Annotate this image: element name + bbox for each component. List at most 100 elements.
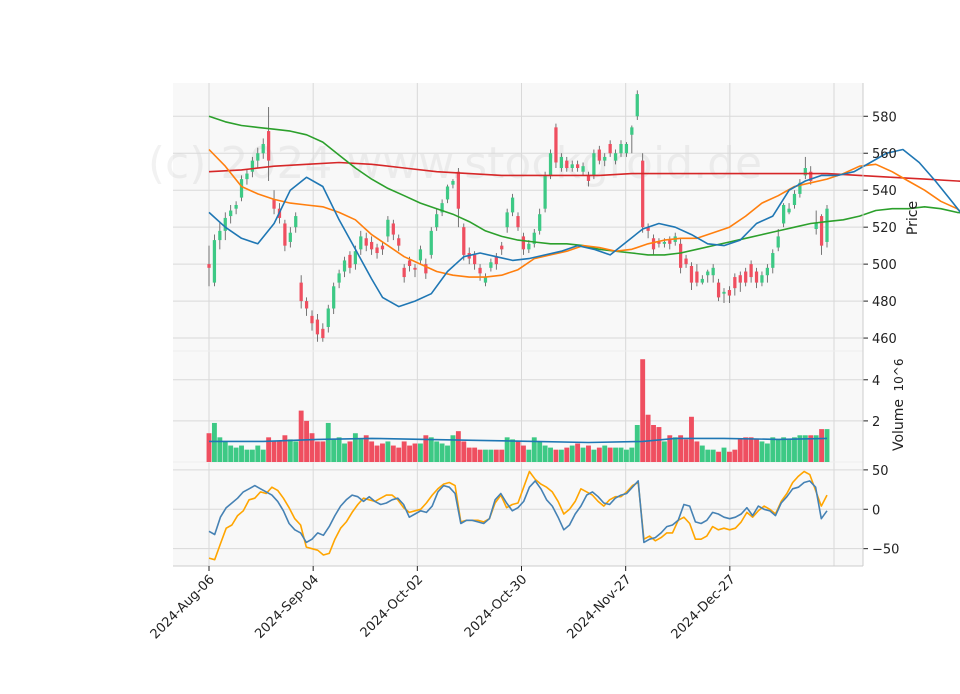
volume-bar bbox=[239, 445, 244, 462]
candle-down bbox=[749, 264, 753, 278]
volume-bar bbox=[325, 422, 331, 462]
candle-down bbox=[641, 160, 645, 228]
price-axis-label: Price bbox=[905, 201, 921, 235]
volume-bar bbox=[309, 433, 315, 462]
candle-up bbox=[825, 208, 829, 242]
volume-bar bbox=[293, 441, 299, 462]
volume-bar bbox=[683, 439, 689, 462]
volume-bar bbox=[488, 449, 494, 462]
candle-up bbox=[776, 236, 780, 248]
volume-bar bbox=[764, 443, 770, 462]
candle-down bbox=[586, 175, 591, 181]
price-tick-label: 560 bbox=[872, 147, 897, 162]
volume-bar bbox=[515, 441, 521, 462]
volume-bar bbox=[775, 439, 781, 462]
candle-up bbox=[619, 143, 623, 154]
candle-down bbox=[754, 271, 759, 283]
volume-bar bbox=[569, 445, 575, 462]
candle-up bbox=[581, 166, 585, 172]
candle-down bbox=[716, 282, 721, 298]
candle-down bbox=[679, 243, 683, 268]
volume-bar bbox=[754, 439, 759, 462]
candle-down bbox=[391, 223, 395, 235]
volume-bar bbox=[586, 445, 591, 462]
candle-up bbox=[489, 262, 493, 268]
x-tick-label: 2024-Oct-02 bbox=[358, 572, 426, 640]
x-tick-label: 2024-Dec-27 bbox=[669, 572, 739, 642]
volume-bar bbox=[336, 437, 342, 462]
volume-bar bbox=[721, 447, 727, 462]
x-tick-label: 2024-Aug-06 bbox=[148, 572, 218, 642]
volume-bar bbox=[699, 445, 705, 462]
volume-bar bbox=[358, 439, 364, 462]
candle-up bbox=[603, 156, 607, 161]
volume-bar bbox=[455, 431, 461, 462]
candle-down bbox=[456, 171, 460, 209]
candle-down bbox=[608, 143, 612, 154]
volume-bar bbox=[737, 439, 743, 462]
candle-up bbox=[445, 186, 450, 200]
candle-down bbox=[267, 131, 271, 161]
volume-bar bbox=[819, 429, 825, 462]
volume-bar bbox=[575, 443, 581, 462]
candle-up bbox=[527, 243, 531, 250]
volume-bar bbox=[206, 433, 212, 462]
volume-bar bbox=[412, 443, 418, 462]
volume-bar bbox=[369, 441, 375, 462]
volume-bar bbox=[542, 445, 548, 462]
price-tick-label: 500 bbox=[872, 258, 897, 273]
candle-up bbox=[592, 153, 596, 176]
candle-up bbox=[239, 179, 244, 198]
volume-bar bbox=[613, 447, 619, 462]
volume-bar bbox=[781, 437, 787, 462]
volume-bar bbox=[298, 410, 304, 462]
volume-bar bbox=[672, 437, 678, 462]
candle-up bbox=[722, 291, 726, 294]
volume-bar bbox=[277, 441, 282, 462]
volume-bar bbox=[651, 425, 656, 462]
volume-bar bbox=[596, 447, 602, 462]
candle-up bbox=[332, 286, 336, 309]
candle-up bbox=[570, 164, 574, 169]
candle-down bbox=[462, 227, 466, 255]
volume-tick-label: 2 bbox=[872, 415, 880, 430]
candle-up bbox=[760, 275, 764, 283]
volume-bar bbox=[222, 441, 228, 462]
volume-bar bbox=[249, 449, 255, 462]
candle-down bbox=[380, 245, 385, 250]
volume-bar bbox=[634, 425, 640, 462]
volume-bar bbox=[792, 437, 797, 462]
candle-up bbox=[359, 236, 363, 250]
candle-down bbox=[516, 216, 520, 228]
volume-bar bbox=[401, 441, 407, 462]
volume-bar bbox=[580, 447, 586, 462]
candle-up bbox=[700, 278, 704, 283]
stock-chart: (c) 2024 www.stockgroid.de 460 480 500 520 5… bbox=[0, 0, 960, 690]
volume-bar bbox=[678, 435, 684, 462]
volume-bar bbox=[271, 441, 277, 462]
volume-bar bbox=[417, 443, 423, 462]
price-tick-label: 460 bbox=[872, 332, 897, 347]
candle-down bbox=[500, 245, 504, 250]
candle-up bbox=[234, 204, 238, 209]
volume-bar bbox=[390, 445, 396, 462]
price-tick-label: 520 bbox=[872, 221, 897, 236]
volume-bar bbox=[748, 437, 754, 462]
candle-up bbox=[613, 153, 618, 161]
candle-up bbox=[559, 156, 563, 169]
volume-bar bbox=[716, 451, 722, 462]
candle-down bbox=[565, 160, 569, 169]
volume-bar bbox=[461, 441, 467, 462]
volume-bar bbox=[347, 441, 353, 462]
candle-up bbox=[706, 271, 710, 276]
x-tick-label: 2024-Oct-30 bbox=[462, 572, 530, 640]
volume-bar bbox=[314, 441, 320, 462]
candle-down bbox=[321, 328, 325, 339]
volume-axis-label: Volume bbox=[891, 399, 907, 451]
volume-bar bbox=[520, 445, 526, 462]
candle-down bbox=[695, 271, 699, 283]
volume-bar bbox=[434, 441, 440, 462]
candle-up bbox=[435, 214, 439, 228]
volume-bar bbox=[640, 359, 646, 462]
candle-up bbox=[294, 216, 298, 228]
